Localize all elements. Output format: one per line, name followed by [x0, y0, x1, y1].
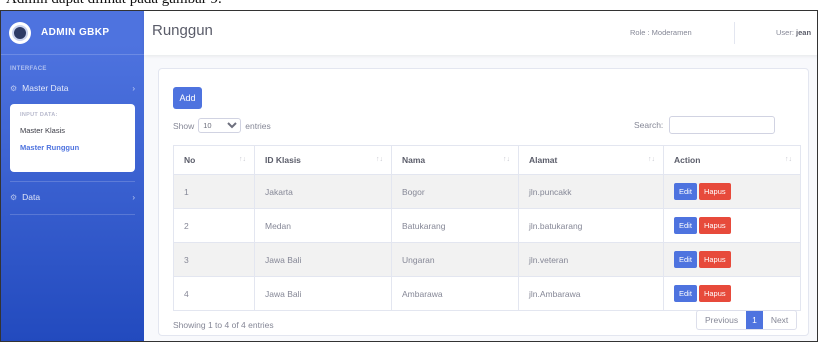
chevron-right-icon: ›	[132, 192, 135, 202]
gear-icon: ⚙	[10, 83, 18, 93]
delete-button[interactable]: Hapus	[698, 183, 731, 200]
cell-no: 4	[173, 276, 255, 311]
column-header-id-klasis[interactable]: ID Klasis ↑↓	[254, 145, 392, 175]
show-label: Show	[173, 120, 195, 131]
brand-title: ADMIN GBKP	[41, 27, 110, 38]
column-header-nama[interactable]: Nama ↑↓	[391, 145, 519, 175]
sidebar: ADMIN GBKP INTERFACE ⚙ Master Data › INP…	[1, 11, 144, 341]
cell-no: 3	[173, 242, 255, 277]
sidebar-divider	[10, 214, 135, 215]
gear-icon: ⚙	[10, 192, 18, 202]
runggun-table: No ↑↓ ID Klasis ↑↓ Nama ↑↓ Alamat ↑↓ Action ↑…	[173, 145, 801, 311]
role-label: Role : Moderamen	[630, 28, 692, 37]
cell-nama: Bogor	[391, 174, 519, 209]
cell-action: Edit Hapus	[663, 208, 801, 243]
topbar: Runggun Role : Moderamen User: jean	[144, 11, 817, 55]
chevron-right-icon: ›	[132, 83, 135, 93]
column-header-action[interactable]: Action ↑↓	[663, 145, 801, 175]
cell-id-klasis: Jakarta	[254, 174, 392, 209]
column-header-no[interactable]: No ↑↓	[173, 145, 255, 175]
sort-icon: ↑↓	[376, 156, 383, 163]
cell-id-klasis: Medan	[254, 208, 392, 243]
table-row: 1 Jakarta Bogor jln.puncakk Edit Hapus	[173, 174, 801, 209]
brand[interactable]: ADMIN GBKP	[1, 11, 144, 55]
entries-select[interactable]: 10	[198, 118, 242, 133]
delete-button[interactable]: Hapus	[698, 251, 731, 268]
caption-strip: Admin dapat dilihat pada gambar 9.	[0, 0, 818, 10]
cell-action: Edit Hapus	[663, 174, 801, 209]
cell-alamat: jln.puncakk	[518, 174, 664, 209]
edit-button[interactable]: Edit	[674, 251, 697, 268]
sidebar-item-master-data[interactable]: ⚙ Master Data ›	[1, 77, 144, 99]
table-row: 3 Jawa Bali Ungaran jln.veteran Edit Hapu…	[173, 242, 801, 277]
edit-button[interactable]: Edit	[674, 217, 697, 234]
user-menu[interactable]: User: jean	[776, 28, 811, 37]
cell-id-klasis: Jawa Bali	[254, 276, 392, 311]
sort-icon: ↑↓	[503, 156, 510, 163]
previous-button[interactable]: Previous	[697, 311, 746, 329]
cell-action: Edit Hapus	[663, 242, 801, 277]
cell-alamat: jln.batukarang	[518, 208, 664, 243]
cell-action: Edit Hapus	[663, 276, 801, 311]
app-window: ADMIN GBKP INTERFACE ⚙ Master Data › INP…	[0, 10, 818, 342]
page-1-button[interactable]: 1	[746, 311, 763, 329]
cell-nama: Ungaran	[391, 242, 519, 277]
sidebar-divider	[10, 181, 135, 182]
add-button[interactable]: Add	[173, 87, 202, 109]
cell-no: 1	[173, 174, 255, 209]
sidebar-heading: INTERFACE	[10, 66, 47, 72]
cell-alamat: jln.veteran	[518, 242, 664, 277]
sort-icon: ↑↓	[648, 156, 655, 163]
cell-no: 2	[173, 208, 255, 243]
cell-nama: Batukarang	[391, 208, 519, 243]
entries-label: entries	[245, 120, 271, 131]
sidebar-submenu: INPUT DATA: Master Klasis Master Runggun	[10, 104, 135, 172]
submenu-item-master-klasis[interactable]: Master Klasis	[10, 122, 135, 139]
delete-button[interactable]: Hapus	[698, 217, 731, 234]
table-row: 2 Medan Batukarang jln.batukarang Edit Ha…	[173, 208, 801, 243]
data-card: Add Show 10 entries Search: No ↑↓ ID Klas…	[158, 68, 809, 336]
user-label: User:	[776, 28, 794, 37]
entries-length: Show 10 entries	[173, 118, 271, 133]
sidebar-item-data[interactable]: ⚙ Data ›	[1, 186, 144, 208]
table-info: Showing 1 to 4 of 4 entries	[173, 320, 274, 330]
cell-id-klasis: Jawa Bali	[254, 242, 392, 277]
page-title: Runggun	[152, 22, 213, 39]
cell-nama: Ambarawa	[391, 276, 519, 311]
sidebar-item-label: Data	[22, 192, 41, 202]
submenu-item-master-runggun[interactable]: Master Runggun	[10, 139, 135, 156]
submenu-heading: INPUT DATA:	[20, 112, 58, 118]
topbar-divider	[734, 22, 735, 44]
sidebar-item-label: Master Data	[22, 83, 69, 93]
table-header-row: No ↑↓ ID Klasis ↑↓ Nama ↑↓ Alamat ↑↓ Action ↑…	[173, 145, 801, 175]
column-header-alamat[interactable]: Alamat ↑↓	[518, 145, 664, 175]
table-row: 4 Jawa Bali Ambarawa jln.Ambarawa Edit Ha…	[173, 276, 801, 311]
caption-text: Admin dapat dilihat pada gambar 9.	[6, 0, 222, 8]
search-label: Search:	[634, 120, 664, 130]
edit-button[interactable]: Edit	[674, 183, 697, 200]
edit-button[interactable]: Edit	[674, 285, 697, 302]
next-button[interactable]: Next	[763, 311, 796, 329]
user-name: jean	[796, 28, 812, 37]
sort-icon: ↑↓	[785, 156, 792, 163]
search-input[interactable]	[669, 116, 776, 134]
logo-icon	[9, 21, 31, 44]
search-box: Search:	[634, 116, 776, 134]
cell-alamat: jln.Ambarawa	[518, 276, 664, 311]
delete-button[interactable]: Hapus	[698, 285, 731, 302]
pagination: Previous 1 Next	[696, 310, 798, 330]
sort-icon: ↑↓	[239, 156, 246, 163]
